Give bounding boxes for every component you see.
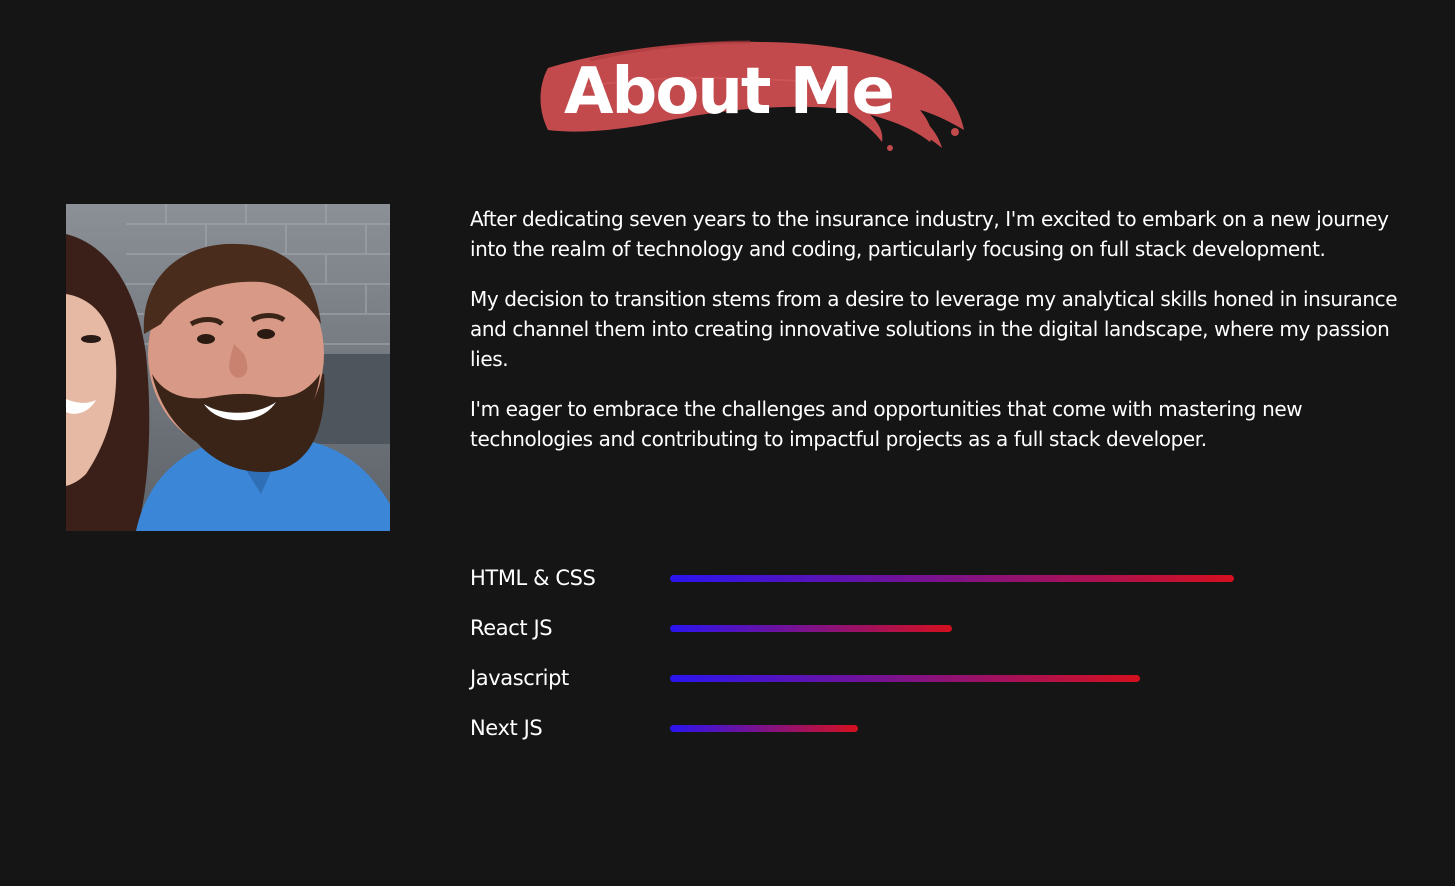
skill-name: Javascript (470, 666, 569, 690)
about-paragraph: After dedicating seven years to the insu… (470, 207, 1389, 261)
skill-row-react-js: React JS (470, 609, 1270, 659)
skill-level-bar (670, 675, 1140, 682)
about-section: About Me After dedicating seven years to… (0, 0, 1455, 886)
skill-level-bar (670, 575, 1234, 582)
skills-list: HTML & CSS React JS Javascript Next JS (470, 559, 1270, 759)
about-text: After dedicating seven years to the insu… (470, 204, 1400, 474)
skill-level-bar (670, 625, 952, 632)
skill-row-javascript: Javascript (470, 659, 1270, 709)
page-title: About Me (564, 55, 895, 129)
about-paragraph: I'm eager to embrace the challenges and … (470, 397, 1303, 451)
skill-row-next-js: Next JS (470, 709, 1270, 759)
profile-photo (66, 204, 390, 531)
about-paragraph: My decision to transition stems from a d… (470, 287, 1398, 371)
skill-name: HTML & CSS (470, 566, 596, 590)
skill-row-html-css: HTML & CSS (470, 559, 1270, 609)
skill-name: React JS (470, 616, 553, 640)
profile-photo-illustration (66, 204, 390, 531)
title-block: About Me (530, 30, 970, 155)
skill-level-bar (670, 725, 858, 732)
skill-name: Next JS (470, 716, 543, 740)
